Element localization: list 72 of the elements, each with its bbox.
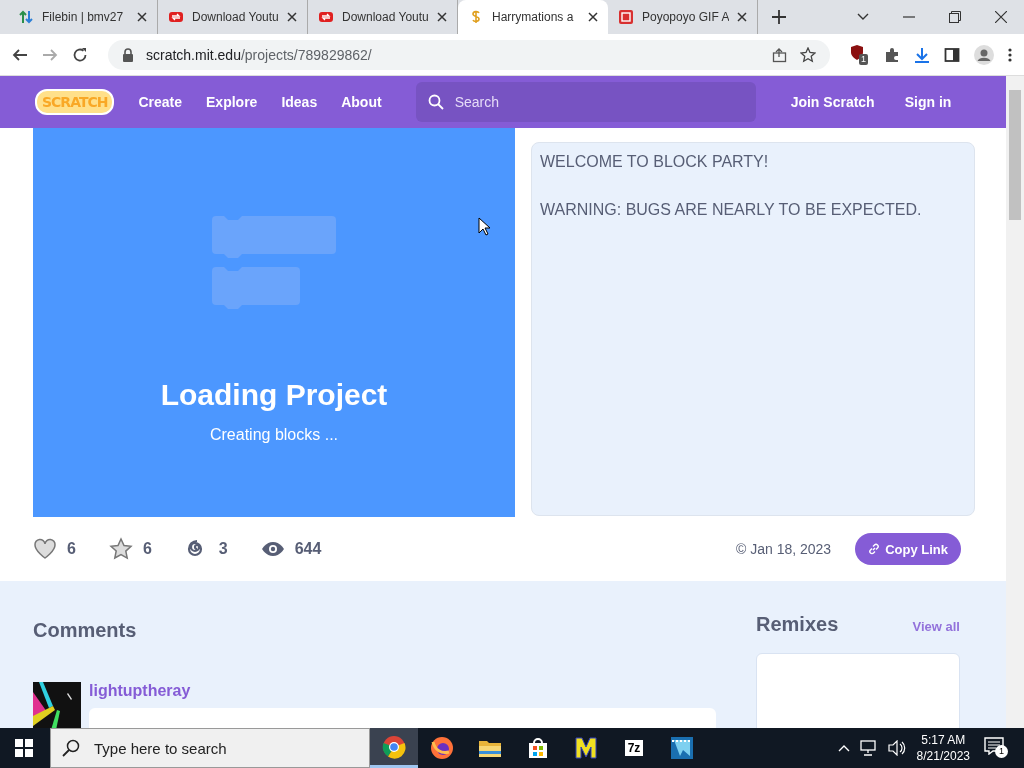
share-date: © Jan 18, 2023 (736, 541, 832, 557)
image-logo-icon (618, 9, 634, 25)
close-icon[interactable] (437, 12, 447, 22)
star-icon[interactable] (800, 46, 816, 63)
address-field[interactable]: scratch.mit.edu/projects/789829862/ (108, 39, 830, 70)
extension-badge: 1 (859, 53, 868, 65)
remixes-heading: Remixes (756, 613, 839, 636)
taskbar-app[interactable] (370, 728, 418, 768)
stat-count: 644 (294, 540, 322, 558)
m-logo-icon (574, 736, 598, 760)
url-text: scratch.mit.edu/projects/789829862/ (146, 46, 372, 63)
close-icon[interactable] (287, 12, 297, 22)
network-icon[interactable] (859, 740, 878, 756)
volume-icon[interactable] (887, 740, 906, 756)
mouse-cursor-icon (478, 217, 490, 236)
taskbar-search-field[interactable]: Type here to search (50, 728, 370, 768)
taskbar-app[interactable]: 7z (610, 728, 658, 768)
back-icon[interactable] (12, 46, 28, 63)
nav-link[interactable]: Explore (194, 94, 270, 110)
chevron-up-icon[interactable] (837, 744, 850, 752)
loading-status: Creating blocks ... (209, 426, 339, 444)
up-down-arrows-icon (18, 9, 34, 25)
video-logo-icon (318, 9, 334, 25)
stat-count: 3 (218, 540, 228, 558)
nav-link[interactable]: Join Scratch (775, 94, 890, 110)
star-icon[interactable] (108, 537, 133, 561)
puzzle-icon[interactable] (884, 46, 900, 63)
scrollbar-thumb[interactable] (1009, 90, 1021, 220)
notification-icon[interactable] (984, 737, 1004, 755)
stat-count: 6 (142, 540, 152, 558)
chevron-down-icon[interactable] (857, 13, 869, 21)
close-icon[interactable] (588, 12, 598, 22)
chrome-icon (382, 734, 406, 759)
loading-title: Loading Project (160, 378, 388, 412)
share-icon[interactable] (772, 46, 788, 63)
close-icon[interactable] (137, 12, 147, 22)
stat-count: 6 (67, 540, 76, 558)
nav-link[interactable]: Sign in (889, 94, 967, 110)
download-icon[interactable] (914, 46, 930, 63)
nav-link[interactable]: Ideas (269, 94, 330, 110)
search-icon (427, 94, 444, 110)
lock-icon (122, 47, 134, 62)
profile-icon[interactable] (974, 44, 994, 65)
nav-link[interactable]: Create (126, 94, 195, 110)
store-icon (526, 736, 550, 760)
restore-icon[interactable] (949, 11, 961, 23)
clock-time[interactable]: 5:17 AM (921, 732, 966, 748)
comment-username[interactable]: lightuptheray (89, 682, 756, 700)
search-icon (62, 739, 80, 757)
copy-link-button[interactable]: Copy Link (855, 533, 961, 565)
side-panel-icon[interactable] (944, 46, 960, 63)
notification-badge: 1 (995, 745, 1008, 758)
extension-button[interactable]: 1 (850, 43, 870, 66)
nav-link[interactable]: About (329, 94, 394, 110)
video-editor-icon (670, 736, 694, 760)
link-icon (868, 543, 881, 555)
new-tab-icon[interactable] (772, 10, 786, 24)
windows-start-icon[interactable] (15, 739, 33, 757)
video-logo-icon (168, 9, 184, 25)
browser-tab[interactable]: Harrymations a (458, 0, 608, 34)
scrollbar[interactable] (1006, 76, 1024, 728)
comments-heading: Comments (33, 619, 138, 642)
more-icon[interactable] (1008, 47, 1012, 62)
close-icon[interactable] (737, 12, 747, 22)
firefox-icon (430, 736, 454, 760)
heart-icon[interactable] (33, 537, 57, 561)
instructions-text: WARNING: BUGS ARE NEARLY TO BE EXPECTED. (540, 201, 923, 219)
reload-icon[interactable] (72, 46, 88, 63)
search-field[interactable]: Search (415, 82, 756, 122)
instructions-text: WELCOME TO BLOCK PARTY! (540, 153, 770, 171)
clock-date[interactable]: 8/21/2023 (916, 748, 970, 764)
close-icon[interactable] (995, 11, 1007, 23)
